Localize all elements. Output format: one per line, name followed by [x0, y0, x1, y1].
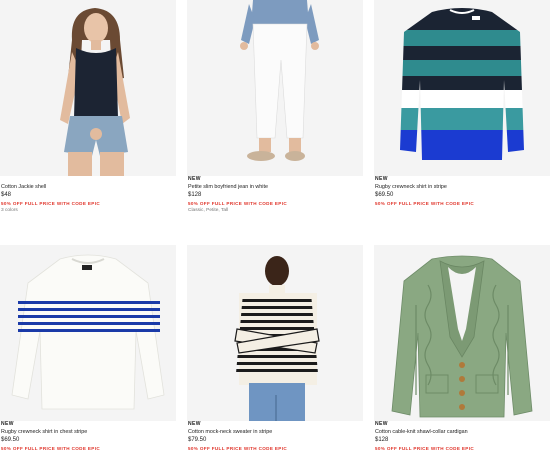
product-image[interactable]	[0, 0, 176, 176]
product-info: NEW Cotton cable-knit shawl-collar cardi…	[374, 421, 550, 452]
promo-text: 50% OFF FULL PRICE WITH CODE EPIC	[375, 446, 475, 451]
product-info: NEW Rugby crewneck shirt in chest stripe…	[0, 421, 176, 452]
product-info: NEW Cotton mock-neck sweater in stripe $…	[187, 421, 363, 452]
product-card[interactable]: NEW Cotton cable-knit shawl-collar cardi…	[374, 245, 550, 452]
product-name[interactable]: Cotton mock-neck sweater in stripe	[188, 428, 363, 436]
new-badge: NEW	[188, 176, 201, 182]
promo-text: 50% OFF FULL PRICE WITH CODE EPIC	[1, 446, 101, 451]
product-image[interactable]	[187, 245, 363, 421]
product-info: Cotton Jackie shell $48 50% OFF FULL PRI…	[0, 176, 176, 215]
product-price: $48	[1, 192, 12, 198]
new-badge: NEW	[375, 421, 388, 427]
promo-text: 50% OFF FULL PRICE WITH CODE EPIC	[188, 446, 288, 451]
product-card[interactable]: NEW Petite slim boyfriend jean in white …	[187, 0, 363, 215]
product-name[interactable]: Cotton Jackie shell	[1, 183, 176, 191]
product-name[interactable]: Cotton cable-knit shawl-collar cardigan	[375, 428, 550, 436]
fit-options[interactable]: Classic, Petite, Tall	[188, 207, 363, 215]
product-name[interactable]: Rugby crewneck shirt in chest stripe	[1, 428, 176, 436]
product-price: $69.50	[1, 437, 20, 443]
new-badge	[1, 176, 176, 183]
new-badge: NEW	[1, 421, 14, 427]
product-image[interactable]	[187, 0, 363, 176]
product-info: NEW Rugby crewneck shirt in stripe $69.5…	[374, 176, 550, 207]
new-badge: NEW	[375, 176, 388, 182]
product-card[interactable]: Cotton Jackie shell $48 50% OFF FULL PRI…	[0, 0, 176, 215]
product-card[interactable]: NEW Rugby crewneck shirt in stripe $69.5…	[374, 0, 550, 207]
color-count[interactable]: 3 colors	[1, 207, 176, 215]
promo-text: 50% OFF FULL PRICE WITH CODE EPIC	[188, 201, 288, 206]
product-card[interactable]: NEW Cotton mock-neck sweater in stripe $…	[187, 245, 363, 452]
product-name[interactable]: Rugby crewneck shirt in stripe	[375, 183, 550, 191]
product-price: $128	[188, 192, 202, 198]
product-name[interactable]: Petite slim boyfriend jean in white	[188, 183, 363, 191]
promo-text: 50% OFF FULL PRICE WITH CODE EPIC	[1, 201, 101, 206]
product-image[interactable]	[374, 0, 550, 176]
product-info: NEW Petite slim boyfriend jean in white …	[187, 176, 363, 215]
new-badge: NEW	[188, 421, 201, 427]
product-price: $79.50	[188, 437, 207, 443]
product-image[interactable]	[0, 245, 176, 421]
product-price: $128	[375, 437, 389, 443]
product-image[interactable]	[374, 245, 550, 421]
product-card[interactable]: NEW Rugby crewneck shirt in chest stripe…	[0, 245, 176, 452]
promo-text: 50% OFF FULL PRICE WITH CODE EPIC	[375, 201, 475, 206]
product-price: $69.50	[375, 192, 394, 198]
